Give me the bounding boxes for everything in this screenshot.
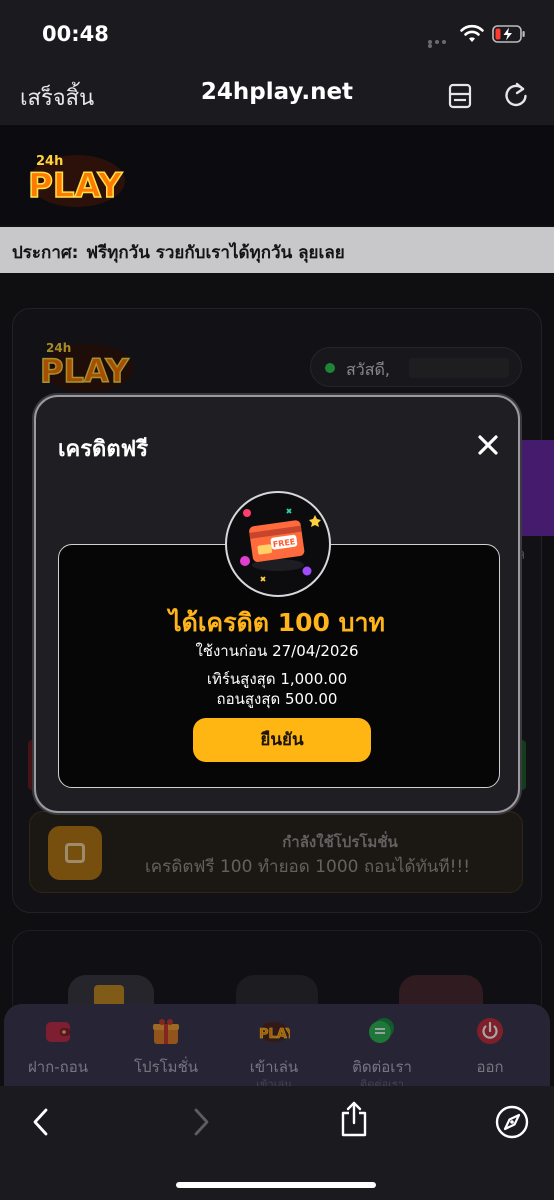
credit-card-badge: FREE: [225, 491, 331, 597]
confirm-button[interactable]: ยืนยัน: [193, 718, 371, 762]
close-icon[interactable]: [472, 429, 504, 461]
svg-text:PLAY: PLAY: [28, 166, 123, 206]
battery-icon: [492, 25, 525, 43]
share-icon[interactable]: [338, 1100, 370, 1138]
forward-icon[interactable]: [188, 1106, 214, 1138]
home-indicator: [176, 1182, 376, 1188]
reader-mode-icon[interactable]: [446, 82, 474, 110]
compass-icon[interactable]: [494, 1104, 530, 1140]
expiry-text: ใช้งานก่อน 27/04/2026: [195, 642, 359, 660]
reload-icon[interactable]: [501, 81, 531, 111]
browser-toolbar: [0, 1086, 554, 1200]
site-logo[interactable]: 24h PLAY: [22, 137, 132, 215]
announcement-label: ประกาศ:: [12, 243, 79, 263]
credit-amount-heading: ได้เครดิต 100 บาท: [169, 608, 385, 637]
announcement-bar: ประกาศ: ฟรีทุกวัน รวยกับเราได้ทุกวัน ลุย…: [0, 227, 554, 273]
free-credit-modal: เครดิตฟรี FREE ได้เครดิต 100 บาท ใช้งานก…: [34, 395, 520, 813]
status-time: 00:48: [42, 22, 109, 46]
status-bar: 00:48: [0, 0, 554, 70]
wifi-icon: [460, 24, 484, 42]
browser-nav-bar: เสร็จสิ้น 24hplay.net: [0, 70, 554, 125]
site-header: 24h PLAY: [0, 125, 554, 225]
max-withdraw-text: ถอนสูงสุด 500.00: [216, 690, 338, 708]
free-card-icon: FREE: [240, 508, 321, 582]
modal-title: เครดิตฟรี: [58, 437, 149, 462]
back-icon[interactable]: [28, 1106, 54, 1138]
signal-icon: [428, 40, 454, 48]
announcement-text: ฟรีทุกวัน รวยกับเราได้ทุกวัน ลุยเลย: [86, 243, 345, 263]
